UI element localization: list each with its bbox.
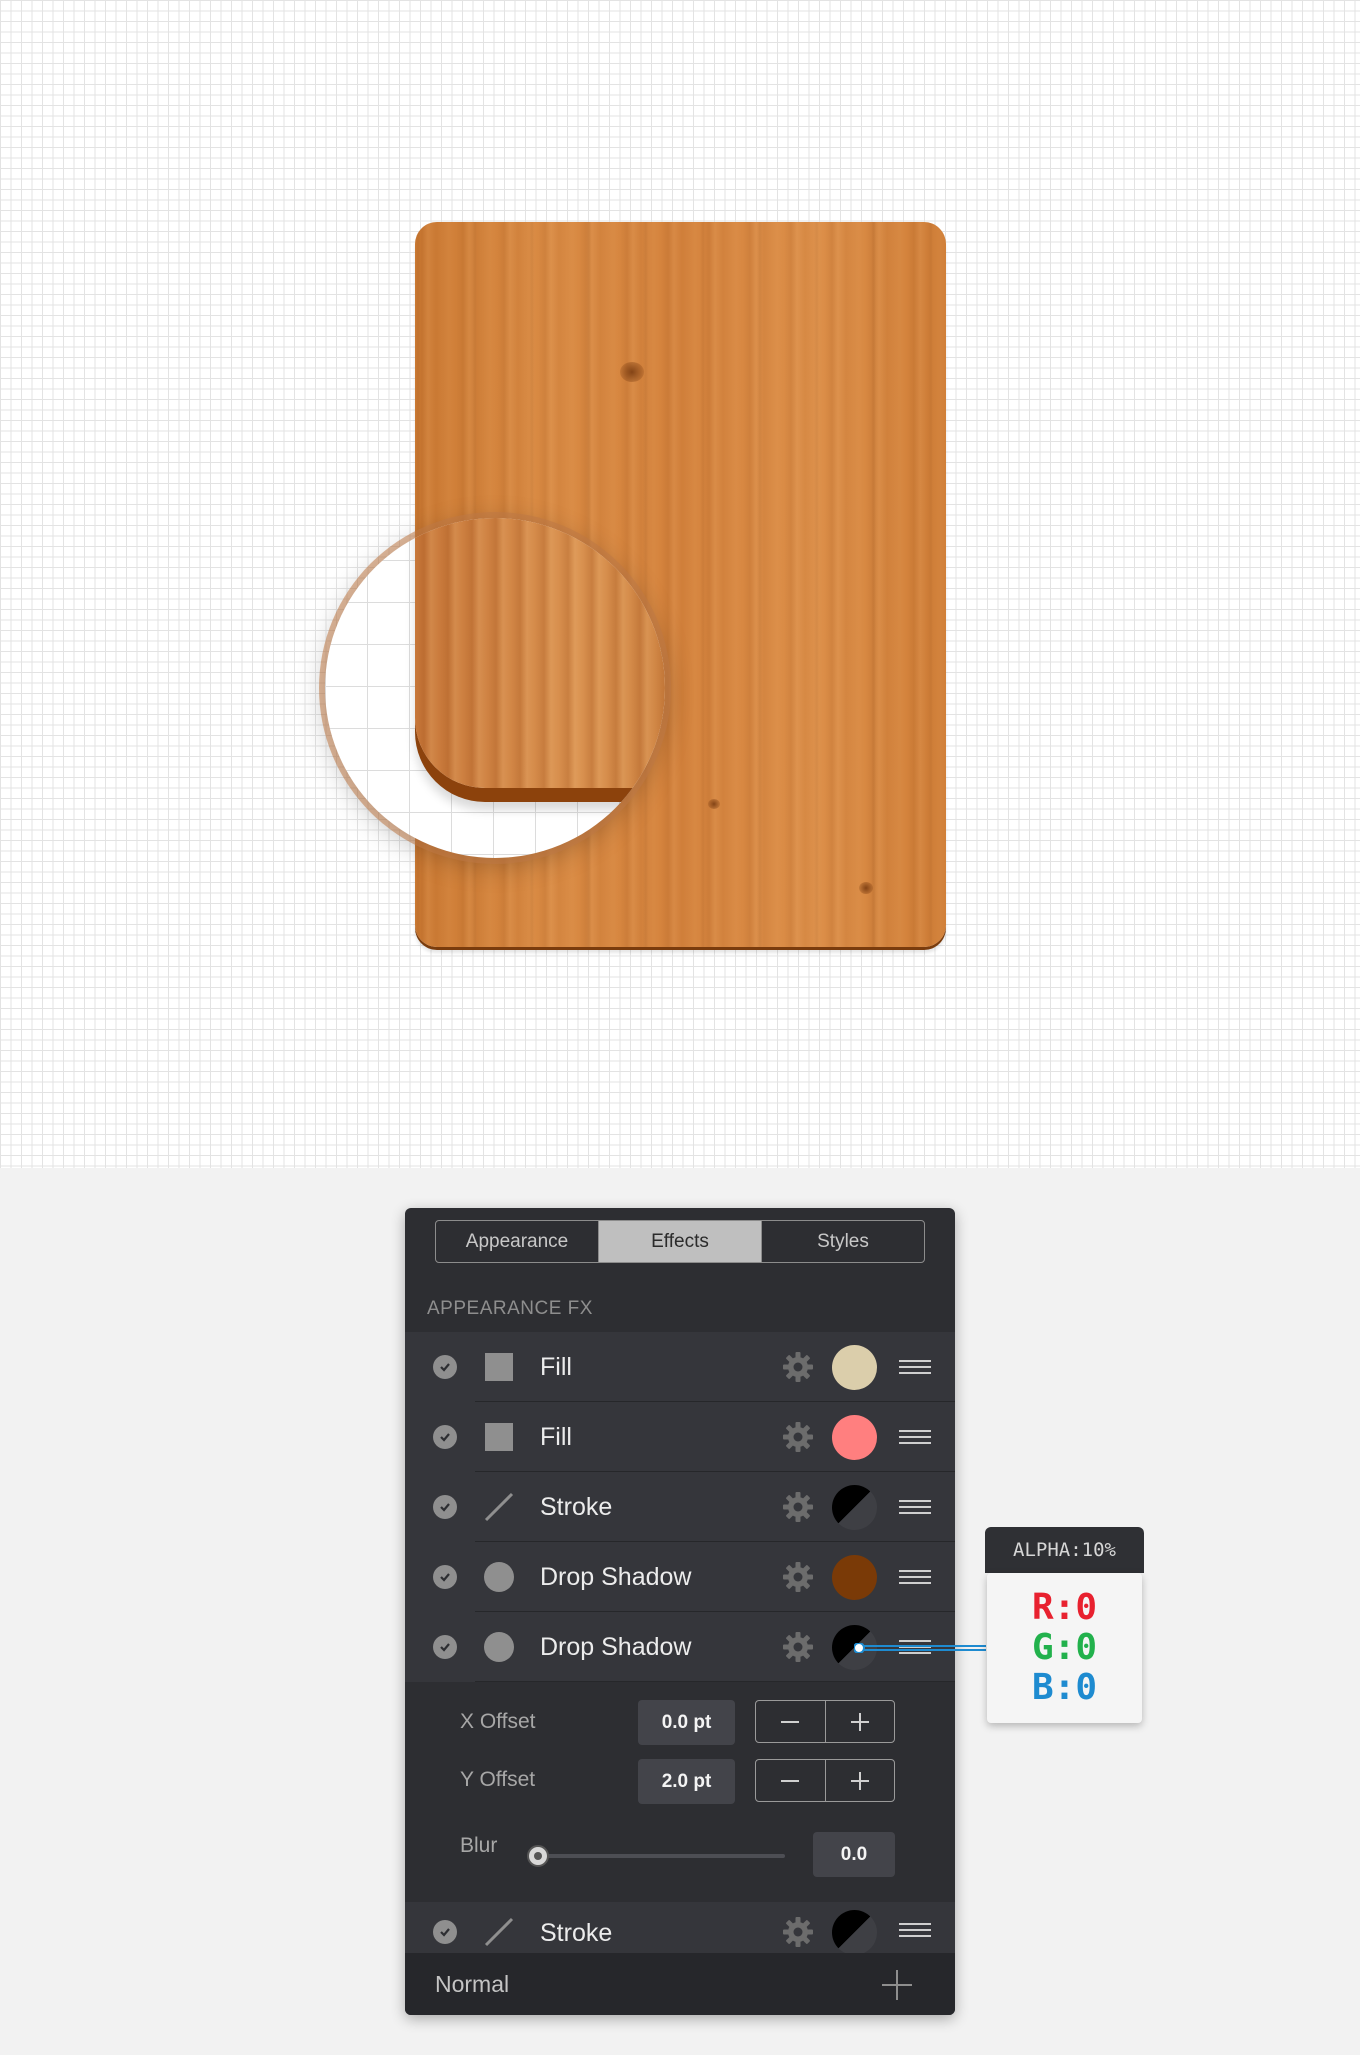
fx-list: Fill Fill Stroke Drop Shadow Drop Shadow [405, 1332, 955, 1682]
drag-handle-icon[interactable] [899, 1500, 931, 1514]
artboard-canvas [0, 0, 1360, 1168]
plus-icon [850, 1712, 869, 1731]
fx-row[interactable]: Fill [405, 1332, 955, 1402]
plus-icon [850, 1771, 869, 1790]
tab-styles[interactable]: Styles [761, 1221, 924, 1262]
visibility-check-icon[interactable] [433, 1920, 457, 1944]
color-swatch[interactable] [832, 1554, 877, 1600]
tooltip-connector [854, 1643, 986, 1653]
fx-row-label: Stroke [540, 1919, 613, 1947]
blur-slider-track[interactable] [535, 1854, 785, 1858]
x-offset-stepper [755, 1700, 895, 1743]
color-swatch[interactable] [832, 1414, 877, 1460]
circle-icon [483, 1631, 515, 1663]
fx-row-label: Drop Shadow [540, 1562, 692, 1591]
y-offset-label: Y Offset [460, 1768, 536, 1791]
drag-handle-icon[interactable] [899, 1360, 931, 1374]
circle-icon [483, 1561, 515, 1593]
x-offset-label: X Offset [460, 1710, 536, 1733]
square-icon [483, 1351, 515, 1383]
color-swatch[interactable] [832, 1484, 877, 1530]
appearance-panel: Appearance Effects Styles APPEARANCE FX … [405, 1208, 955, 2015]
fx-row-label: Fill [540, 1422, 572, 1451]
drag-handle-icon[interactable] [899, 1570, 931, 1584]
zoom-magnifier [325, 518, 665, 858]
y-offset-stepper [755, 1759, 895, 1802]
blur-field[interactable]: 0.0 [813, 1832, 895, 1877]
rgb-readout: R:0 G:0 B:0 [987, 1573, 1142, 1723]
wood-knot [620, 362, 644, 382]
tab-appearance[interactable]: Appearance [436, 1221, 598, 1262]
drop-shadow-settings: X Offset 0.0 pt Y Offset 2.0 pt Blur 0.0 [405, 1682, 955, 1892]
visibility-check-icon[interactable] [433, 1565, 457, 1589]
square-icon [483, 1421, 515, 1453]
fx-row[interactable]: Drop Shadow [405, 1542, 955, 1612]
drag-handle-icon[interactable] [899, 1430, 931, 1444]
zoomed-board-corner [415, 518, 665, 788]
color-readout-tooltip: ALPHA:10% R:0 G:0 B:0 [985, 1527, 1144, 1725]
minus-icon [781, 1779, 800, 1782]
gear-icon[interactable] [781, 1630, 815, 1664]
y-offset-decrement-button[interactable] [756, 1760, 825, 1801]
visibility-check-icon[interactable] [433, 1355, 457, 1379]
visibility-check-icon[interactable] [433, 1425, 457, 1449]
panel-tabs: Appearance Effects Styles [435, 1220, 925, 1263]
x-offset-decrement-button[interactable] [756, 1701, 825, 1742]
y-offset-field[interactable]: 2.0 pt [638, 1759, 735, 1804]
fx-row-stroke-2[interactable]: Stroke [405, 1902, 955, 1958]
x-offset-field[interactable]: 0.0 pt [638, 1700, 735, 1745]
panel-footer: Normal [405, 1953, 955, 2015]
drag-handle-icon[interactable] [899, 1923, 931, 1937]
fx-row[interactable]: Stroke [405, 1472, 955, 1542]
section-title: APPEARANCE FX [427, 1298, 593, 1319]
red-value: R:0 [1031, 1587, 1098, 1628]
blur-label: Blur [460, 1834, 498, 1857]
fx-row-label: Stroke [540, 1492, 613, 1521]
wood-knot [859, 882, 873, 894]
fx-row[interactable]: Fill [405, 1402, 955, 1472]
y-offset-increment-button[interactable] [824, 1760, 895, 1801]
gear-icon[interactable] [781, 1490, 815, 1524]
color-swatch[interactable] [832, 1344, 877, 1390]
color-swatch[interactable] [832, 1910, 877, 1955]
gear-icon[interactable] [781, 1915, 815, 1949]
tab-effects[interactable]: Effects [598, 1221, 761, 1262]
blend-mode-select[interactable]: Normal [435, 1971, 509, 1998]
x-offset-increment-button[interactable] [824, 1701, 895, 1742]
fx-row-label: Drop Shadow [540, 1632, 692, 1661]
line-icon [483, 1491, 515, 1523]
minus-icon [781, 1720, 800, 1723]
fx-row-label: Fill [540, 1352, 572, 1381]
gear-icon[interactable] [781, 1420, 815, 1454]
gear-icon[interactable] [781, 1560, 815, 1594]
add-effect-button[interactable] [881, 1969, 913, 2001]
alpha-readout: ALPHA:10% [985, 1527, 1144, 1573]
blur-slider-thumb[interactable] [527, 1845, 549, 1867]
line-icon [483, 1916, 515, 1948]
wood-knot [708, 799, 720, 809]
green-value: G:0 [1031, 1627, 1098, 1668]
visibility-check-icon[interactable] [433, 1495, 457, 1519]
blue-value: B:0 [1031, 1667, 1098, 1708]
visibility-check-icon[interactable] [433, 1635, 457, 1659]
gear-icon[interactable] [781, 1350, 815, 1384]
